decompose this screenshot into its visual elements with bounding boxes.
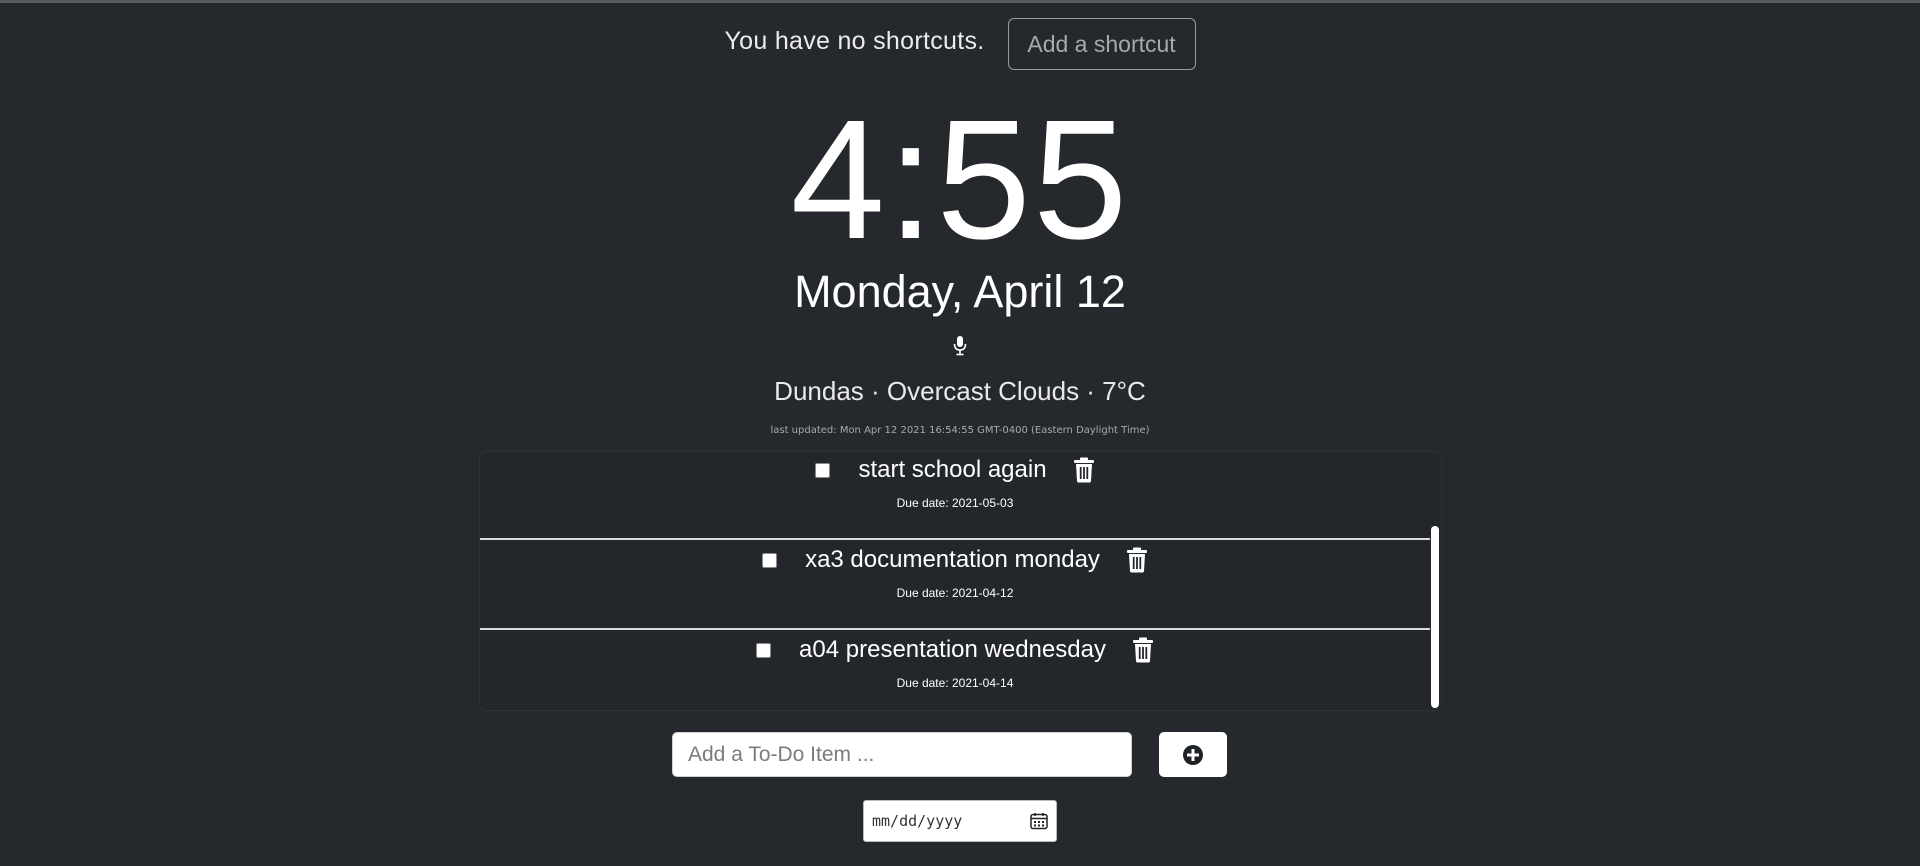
todo-due-date: Due date: 2021-04-12 xyxy=(896,586,1014,600)
add-todo-button[interactable] xyxy=(1159,732,1227,777)
todo-text: a04 presentation wednesday xyxy=(799,636,1106,663)
weather-last-updated: last updated: Mon Apr 12 2021 16:54:55 G… xyxy=(770,425,1150,436)
plus-circle-icon xyxy=(1183,744,1203,765)
clock-time: 4:55 xyxy=(790,85,1130,275)
due-date-placeholder: mm/dd/yyyy xyxy=(872,812,963,830)
shortcuts-bar: You have no shortcuts. Add a shortcut xyxy=(0,18,1920,70)
todo-due-date: Due date: 2021-04-14 xyxy=(896,676,1014,690)
todo-input[interactable]: Add a To-Do Item ... xyxy=(672,732,1132,777)
todo-item: start school again Due date: 2021-05-03 xyxy=(480,452,1430,540)
todo-text: xa3 documentation monday xyxy=(805,546,1100,573)
top-border xyxy=(0,0,1920,3)
todo-item: xa3 documentation monday Due date: 2021-… xyxy=(480,540,1430,630)
todo-checkbox[interactable] xyxy=(756,642,772,658)
todo-item: a04 presentation wednesday Due date: 202… xyxy=(480,630,1430,710)
trash-icon[interactable] xyxy=(1126,547,1148,573)
weather-summary: Dundas · Overcast Clouds · 7°C xyxy=(774,376,1146,406)
calendar-icon[interactable] xyxy=(1030,812,1048,830)
clock-date: Monday, April 12 xyxy=(794,266,1126,317)
todo-checkbox[interactable] xyxy=(762,552,778,568)
due-date-input[interactable]: mm/dd/yyyy xyxy=(863,800,1057,842)
no-shortcuts-message: You have no shortcuts. xyxy=(724,26,985,55)
microphone-icon[interactable] xyxy=(952,335,968,357)
todo-text: start school again xyxy=(858,456,1047,483)
todo-list[interactable]: start school again Due date: 2021-05-03 … xyxy=(479,451,1442,711)
add-shortcut-button[interactable]: Add a shortcut xyxy=(1007,18,1196,70)
trash-icon[interactable] xyxy=(1073,457,1095,483)
todo-due-date: Due date: 2021-05-03 xyxy=(896,496,1014,510)
todo-scrollbar[interactable] xyxy=(1431,526,1439,708)
trash-icon[interactable] xyxy=(1132,637,1154,663)
todo-checkbox[interactable] xyxy=(815,462,831,478)
